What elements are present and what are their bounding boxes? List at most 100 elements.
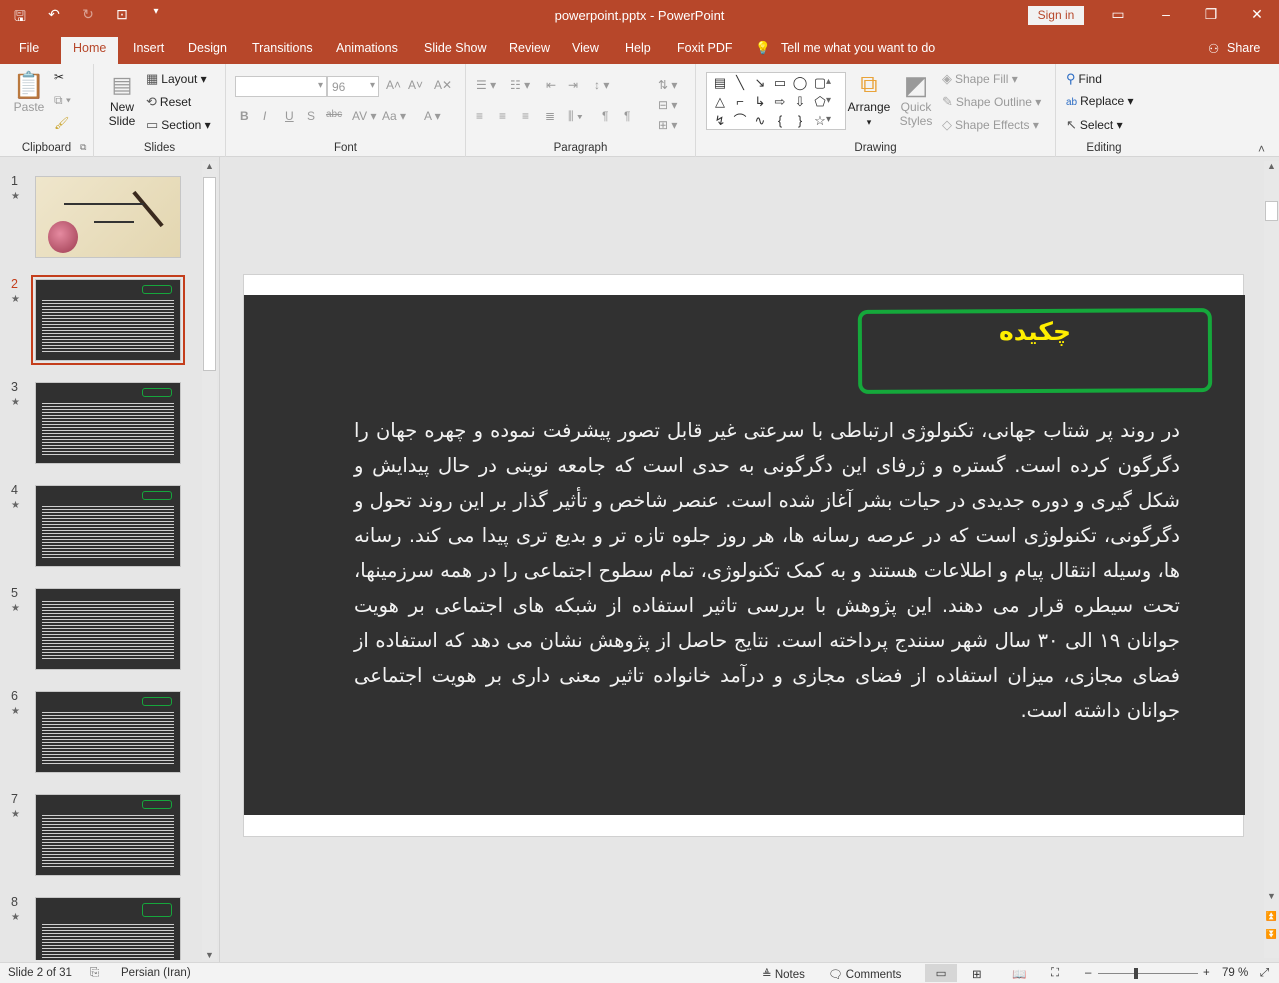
- language-indicator[interactable]: Persian (Iran): [121, 967, 191, 979]
- tab-home[interactable]: Home: [61, 37, 119, 64]
- scribble-shape-icon[interactable]: ∿: [750, 111, 770, 130]
- ltr-icon[interactable]: ¶: [624, 109, 630, 123]
- thumbnails-scrollbar[interactable]: ▲ ▼: [202, 161, 217, 960]
- text-direction-icon[interactable]: ⇅ ▾: [658, 78, 677, 92]
- thumbnail-slide-4[interactable]: [35, 485, 181, 567]
- copy-icon[interactable]: ⧉ ▾: [54, 93, 71, 108]
- font-size-dropdown[interactable]: 96 ▾: [327, 76, 379, 97]
- tell-me-search[interactable]: Tell me what you want to do: [781, 41, 935, 55]
- bold-icon[interactable]: B: [240, 109, 249, 123]
- arrow-shape-icon[interactable]: ↘: [750, 73, 770, 92]
- down-arrow-shape-icon[interactable]: ⇩: [790, 92, 810, 111]
- scroll-up-icon[interactable]: ▲: [202, 161, 217, 171]
- cut-icon[interactable]: ✂: [54, 70, 64, 84]
- sign-in-button[interactable]: Sign in: [1028, 6, 1084, 25]
- slide[interactable]: چکیده در روند پر شتاب جهانی، تکنولوژی ار…: [243, 274, 1245, 837]
- slide-body-text[interactable]: در روند پر شتاب جهانی، تکنولوژی ارتباطی …: [354, 413, 1180, 728]
- justify-icon[interactable]: ≣: [545, 109, 555, 123]
- section-button[interactable]: ▭ Section ▾: [146, 117, 211, 133]
- scroll-up-icon[interactable]: ▲: [1264, 161, 1279, 171]
- next-slide-icon[interactable]: ⏬: [1264, 929, 1279, 940]
- tab-review[interactable]: Review: [509, 41, 550, 55]
- tab-foxit-pdf[interactable]: Foxit PDF: [677, 41, 733, 55]
- character-spacing-icon[interactable]: AV ▾: [352, 109, 376, 123]
- select-button[interactable]: ↖ Select ▾: [1066, 117, 1123, 133]
- reset-button[interactable]: ⟲ Reset: [146, 94, 191, 110]
- shadow-icon[interactable]: S: [307, 109, 315, 123]
- reading-view-icon[interactable]: 📖: [1012, 967, 1026, 981]
- thumbnail-slide-1[interactable]: [35, 176, 181, 258]
- tab-slide-show[interactable]: Slide Show: [424, 41, 487, 55]
- close-icon[interactable]: ✕: [1242, 6, 1272, 23]
- format-painter-icon[interactable]: 🖌: [54, 116, 69, 130]
- right-arrow-shape-icon[interactable]: ⇨: [770, 92, 790, 111]
- zoom-slider-thumb[interactable]: [1134, 968, 1138, 979]
- clear-formatting-icon[interactable]: A✕: [434, 78, 452, 92]
- ribbon-display-options-icon[interactable]: ▭: [1103, 6, 1133, 23]
- fit-to-window-icon[interactable]: ⤢: [1260, 967, 1269, 980]
- font-color-icon[interactable]: A ▾: [424, 109, 441, 123]
- elbow-arrow-shape-icon[interactable]: ↳: [750, 92, 770, 111]
- arc-shape-icon[interactable]: ⌒: [730, 111, 750, 130]
- slide-sorter-icon[interactable]: ⊞: [972, 967, 982, 981]
- smartart-icon[interactable]: ⊞ ▾: [658, 118, 677, 132]
- new-slide-button[interactable]: ▤ New Slide: [102, 70, 142, 128]
- scrollbar-thumb[interactable]: [1265, 201, 1278, 221]
- increase-font-icon[interactable]: A˄: [386, 78, 401, 92]
- italic-icon[interactable]: I: [263, 109, 266, 123]
- notes-button[interactable]: ≜ Notes: [762, 967, 805, 981]
- thumbnail-slide-7[interactable]: [35, 794, 181, 876]
- line-spacing-icon[interactable]: ↕ ▾: [594, 78, 609, 92]
- spellcheck-icon[interactable]: ⎘: [90, 967, 99, 980]
- collapse-ribbon-icon[interactable]: ˄: [1258, 142, 1265, 156]
- tab-insert[interactable]: Insert: [133, 41, 164, 55]
- increase-indent-icon[interactable]: ⇥: [568, 78, 578, 92]
- canvas-scrollbar[interactable]: ▲ ▼ ⏫ ⏬: [1264, 161, 1279, 958]
- shape-effects-button[interactable]: ◇ Shape Effects ▾: [942, 117, 1039, 133]
- share-button[interactable]: Share: [1227, 41, 1260, 55]
- align-right-icon[interactable]: ≡: [522, 109, 529, 123]
- align-center-icon[interactable]: ≡: [499, 109, 506, 123]
- replace-button[interactable]: ab Replace ▾: [1066, 94, 1134, 108]
- tab-help[interactable]: Help: [625, 41, 651, 55]
- comments-button[interactable]: 🗨 Comments: [828, 967, 901, 981]
- scrollbar-thumb[interactable]: [203, 177, 216, 371]
- shape-outline-button[interactable]: ✎ Shape Outline ▾: [942, 94, 1041, 110]
- scroll-down-icon[interactable]: ▼: [1264, 891, 1279, 901]
- tab-transitions[interactable]: Transitions: [252, 41, 313, 55]
- curve-shape-icon[interactable]: ↯: [710, 111, 730, 130]
- align-left-icon[interactable]: ≡: [476, 109, 483, 123]
- rectangle-shape-icon[interactable]: ▭: [770, 73, 790, 92]
- bullets-icon[interactable]: ☰ ▾: [476, 78, 496, 92]
- zoom-out-icon[interactable]: –: [1085, 967, 1091, 979]
- line-shape-icon[interactable]: ╲: [730, 73, 750, 92]
- decrease-font-icon[interactable]: A˅: [408, 78, 423, 92]
- quick-styles-button[interactable]: ◩ Quick Styles: [896, 70, 936, 128]
- thumbnail-slide-3[interactable]: [35, 382, 181, 464]
- dialog-launcher-icon[interactable]: ⧉: [80, 142, 86, 153]
- tab-file[interactable]: File: [19, 41, 39, 55]
- elbow-shape-icon[interactable]: ⌐: [730, 92, 750, 111]
- left-brace-shape-icon[interactable]: {: [770, 111, 790, 130]
- textbox-shape-icon[interactable]: ▤: [710, 73, 730, 92]
- tab-design[interactable]: Design: [188, 41, 227, 55]
- thumbnail-slide-6[interactable]: [35, 691, 181, 773]
- align-text-icon[interactable]: ⊟ ▾: [658, 98, 677, 112]
- previous-slide-icon[interactable]: ⏫: [1264, 911, 1279, 922]
- font-name-dropdown[interactable]: ▾: [235, 76, 327, 97]
- paste-button[interactable]: 📋 Paste: [10, 70, 48, 114]
- slide-title[interactable]: چکیده: [858, 317, 1212, 346]
- change-case-icon[interactable]: Aa ▾: [382, 109, 406, 123]
- shapes-gallery[interactable]: ▤ ╲ ↘ ▭ ◯ ▢ △ ⌐ ↳ ⇨ ⇩ ⬠ ↯ ⌒ ∿ { } ☆: [706, 72, 846, 130]
- oval-shape-icon[interactable]: ◯: [790, 73, 810, 92]
- columns-icon[interactable]: ⫼ ▾: [568, 109, 583, 124]
- minimize-icon[interactable]: –: [1151, 6, 1181, 22]
- restore-icon[interactable]: ❐: [1196, 6, 1226, 23]
- zoom-level[interactable]: 79 %: [1222, 967, 1248, 979]
- rtl-icon[interactable]: ¶: [602, 109, 608, 123]
- underline-icon[interactable]: U: [285, 109, 294, 123]
- decrease-indent-icon[interactable]: ⇤: [546, 78, 556, 92]
- scroll-down-icon[interactable]: ▼: [202, 950, 217, 960]
- strikethrough-icon[interactable]: abc: [326, 109, 342, 120]
- arrange-button[interactable]: ⧉ Arrange ▾: [846, 70, 892, 129]
